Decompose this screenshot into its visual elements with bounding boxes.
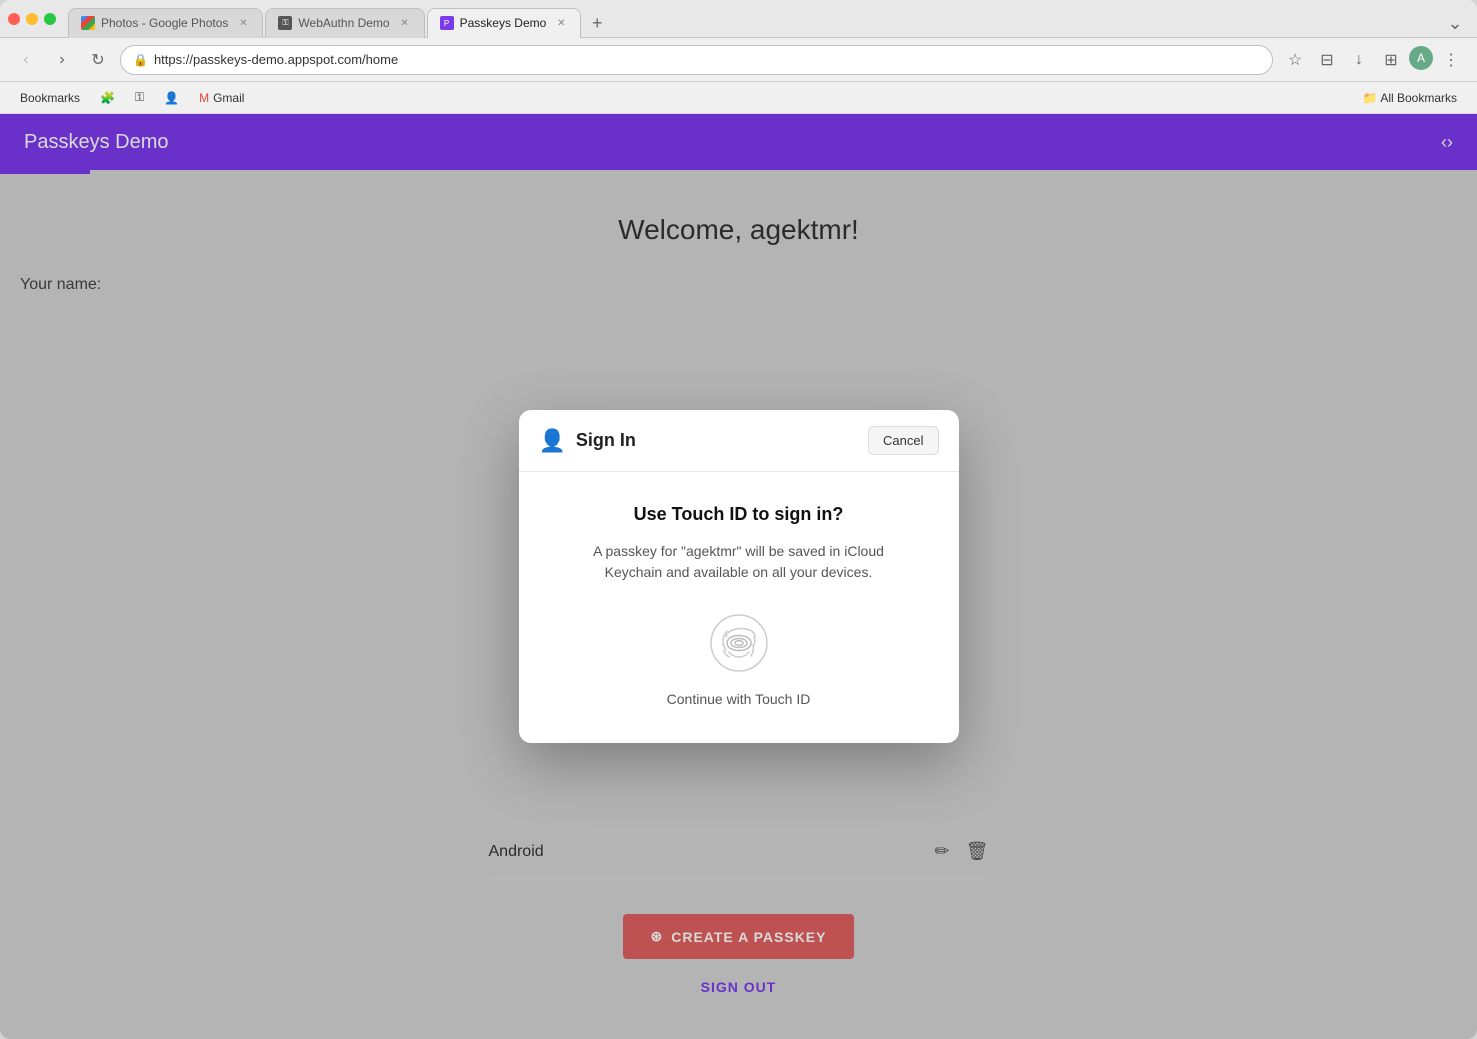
reload-button[interactable]: ↻	[84, 46, 112, 74]
tab-webauthn-close-icon[interactable]: ✕	[398, 16, 412, 30]
puzzle-icon: 🧩	[100, 91, 115, 105]
bookmarks-bar: Bookmarks 🧩 ⚿ 👤 M Gmail 📁 All Bookmarks	[0, 82, 1477, 114]
minimize-button[interactable]	[26, 13, 38, 25]
modal-overlay: 👤 Sign In Cancel Use Touch ID to sign in…	[0, 114, 1477, 1039]
tab-photos-close-icon[interactable]: ✕	[236, 16, 250, 30]
lock-icon: 🔒	[133, 53, 148, 67]
download-button[interactable]: ↓	[1345, 46, 1373, 74]
bookmark-puzzle[interactable]: 🧩	[92, 89, 123, 107]
reader-view-button[interactable]: ⊟	[1313, 46, 1341, 74]
tab-photos[interactable]: Photos - Google Photos ✕	[68, 8, 263, 38]
tab-photos-label: Photos - Google Photos	[101, 16, 228, 30]
photos-favicon-icon	[81, 16, 95, 30]
title-bar: Photos - Google Photos ✕ ⚿ WebAuthn Demo…	[0, 0, 1477, 38]
sidebar-button[interactable]: ⊞	[1377, 46, 1405, 74]
bookmarks-label: Bookmarks	[20, 91, 80, 105]
back-button[interactable]: ‹	[12, 46, 40, 74]
webauthn-favicon-icon: ⚿	[278, 16, 292, 30]
touch-id-fingerprint-icon	[707, 611, 771, 675]
bookmark-gmail[interactable]: M Gmail	[191, 89, 252, 107]
tab-overflow-button[interactable]: ⌄	[1441, 10, 1469, 38]
person-icon: 👤	[164, 91, 179, 105]
passkeys-favicon-icon: P	[440, 16, 454, 30]
bookmark-person[interactable]: 👤	[156, 89, 187, 107]
browser-window: Photos - Google Photos ✕ ⚿ WebAuthn Demo…	[0, 0, 1477, 1039]
modal-cancel-button[interactable]: Cancel	[868, 426, 938, 455]
tab-passkeys-label: Passkeys Demo	[460, 16, 547, 30]
sign-in-person-icon: 👤	[539, 428, 566, 454]
modal-body: Use Touch ID to sign in? A passkey for "…	[519, 472, 959, 743]
modal-title: Sign In	[576, 430, 636, 451]
tab-webauthn-label: WebAuthn Demo	[298, 16, 389, 30]
address-bar[interactable]: 🔒	[120, 45, 1273, 75]
all-bookmarks-button[interactable]: 📁 All Bookmarks	[1355, 89, 1465, 107]
bookmark-key[interactable]: ⚿	[127, 88, 152, 107]
sign-in-modal: 👤 Sign In Cancel Use Touch ID to sign in…	[519, 410, 959, 743]
tabs-bar: Photos - Google Photos ✕ ⚿ WebAuthn Demo…	[68, 0, 1469, 38]
forward-button[interactable]: ›	[48, 46, 76, 74]
gmail-label: Gmail	[213, 91, 244, 105]
tab-webauthn[interactable]: ⚿ WebAuthn Demo ✕	[265, 8, 424, 38]
touch-id-label: Continue with Touch ID	[667, 691, 811, 707]
menu-button[interactable]: ⋮	[1437, 46, 1465, 74]
bookmarks-folder[interactable]: Bookmarks	[12, 89, 88, 107]
tab-passkeys-close-icon[interactable]: ✕	[554, 16, 568, 30]
modal-header: 👤 Sign In Cancel	[519, 410, 959, 472]
page-content: Passkeys Demo ‹› Welcome, agektmr! Your …	[0, 114, 1477, 1039]
profile-icon[interactable]: A	[1409, 46, 1433, 70]
window-controls	[8, 13, 56, 25]
key-icon: ⚿	[135, 90, 144, 105]
nav-actions: ☆ ⊟ ↓ ⊞ A ⋮	[1281, 46, 1465, 74]
tab-passkeys[interactable]: P Passkeys Demo ✕	[427, 8, 582, 38]
maximize-button[interactable]	[44, 13, 56, 25]
modal-question: Use Touch ID to sign in?	[634, 504, 844, 525]
nav-bar: ‹ › ↻ 🔒 ☆ ⊟ ↓ ⊞ A ⋮	[0, 38, 1477, 82]
url-input[interactable]	[154, 52, 1260, 67]
modal-description: A passkey for "agektmr" will be saved in…	[569, 541, 909, 583]
bookmark-star-button[interactable]: ☆	[1281, 46, 1309, 74]
gmail-icon: M	[199, 91, 209, 105]
modal-header-left: 👤 Sign In	[539, 428, 636, 454]
close-button[interactable]	[8, 13, 20, 25]
add-tab-button[interactable]: +	[583, 10, 611, 38]
